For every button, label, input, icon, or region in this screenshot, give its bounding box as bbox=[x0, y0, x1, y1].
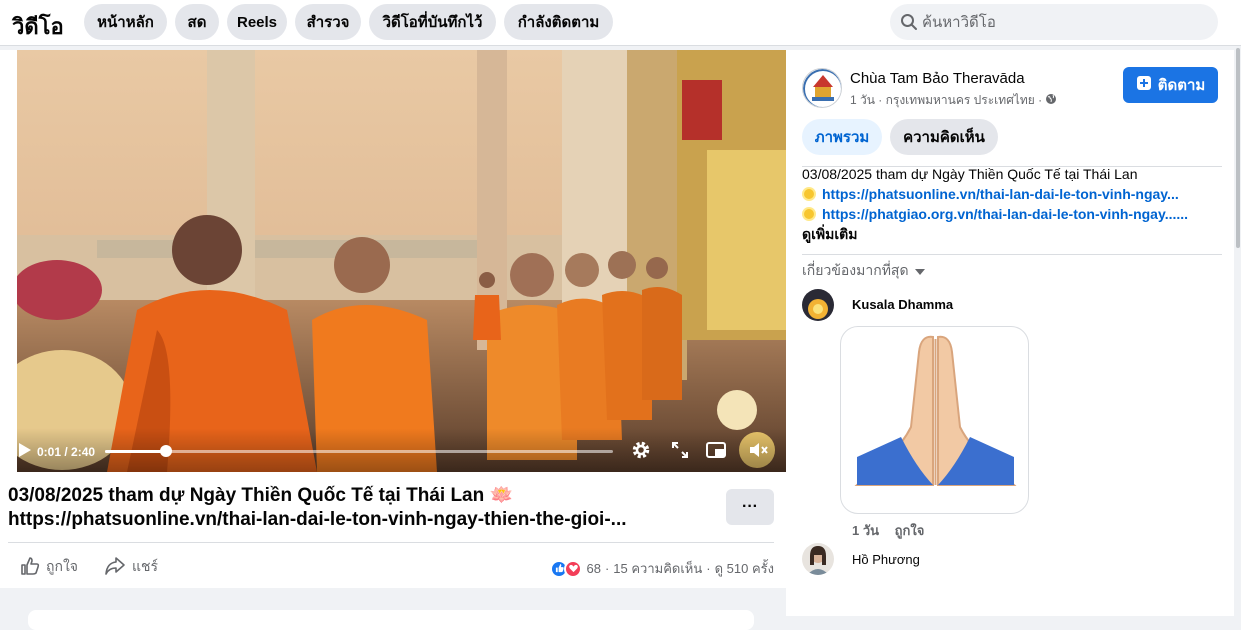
separator: · bbox=[706, 561, 711, 576]
post-description: 03/08/2025 tham dự Ngày Thiền Quốc Tế tạ… bbox=[802, 164, 1212, 244]
page-title: วิดีโอ bbox=[12, 14, 64, 39]
tab-live[interactable]: สด bbox=[175, 4, 219, 40]
video-progress-fill bbox=[105, 450, 166, 453]
play-icon[interactable] bbox=[17, 442, 33, 463]
post-caption-line1: 03/08/2025 tham dự Ngày Thiền Quốc Tế tạ… bbox=[8, 485, 514, 506]
follow-label: ติดตาม bbox=[1157, 77, 1206, 94]
tab-comments[interactable]: ความคิดเห็น bbox=[890, 119, 998, 155]
comment-sort-label: เกี่ยวข้องมากที่สุด bbox=[802, 262, 909, 278]
description-link-2[interactable]: https://phatgiao.org.vn/thai-lan-dai-le-… bbox=[822, 206, 1188, 222]
video-time: 0:01 / 2:40 bbox=[37, 445, 96, 459]
next-post-card bbox=[28, 610, 754, 630]
post-actions: ถูกใจ แชร์ 68 · 15 ความคิดเห็น · ดู 510 … bbox=[0, 550, 786, 584]
globe-icon bbox=[1045, 93, 1057, 108]
video-progress-handle[interactable] bbox=[159, 445, 172, 457]
top-bar: วิดีโอ หน้าหลัก สด Reels สำรวจ วิดีโอที่… bbox=[0, 0, 1241, 46]
like-label: ถูกใจ bbox=[46, 558, 78, 574]
fullscreen-icon[interactable] bbox=[671, 441, 689, 464]
divider bbox=[802, 254, 1222, 255]
miniplayer-icon[interactable] bbox=[706, 440, 726, 465]
description-text: 03/08/2025 tham dự Ngày Thiền Quốc Tế tạ… bbox=[802, 166, 1138, 182]
commenter-name[interactable]: Kusala Dhamma bbox=[852, 297, 953, 312]
divider bbox=[8, 542, 774, 543]
separator: · bbox=[604, 561, 610, 576]
share-icon bbox=[104, 556, 126, 579]
sun-emoji-icon bbox=[802, 187, 816, 201]
tab-following[interactable]: กำลังติดตาม bbox=[504, 4, 613, 40]
like-button[interactable]: ถูกใจ bbox=[20, 550, 78, 584]
description-link-1[interactable]: https://phatsuonline.vn/thai-lan-dai-le-… bbox=[822, 186, 1179, 202]
comment-sort-dropdown[interactable]: เกี่ยวข้องมากที่สุด bbox=[802, 260, 925, 282]
thumbs-up-icon bbox=[20, 556, 40, 579]
post-meta: 1 วัน · กรุงเทพมหานคร ประเทศไทย · bbox=[850, 91, 1057, 110]
reaction-count[interactable]: 68 bbox=[586, 561, 600, 576]
page-avatar[interactable] bbox=[802, 68, 842, 108]
tab-home[interactable]: หน้าหลัก bbox=[84, 4, 167, 40]
post-meta-text: 1 วัน · กรุงเทพมหานคร ประเทศไทย · bbox=[850, 93, 1043, 107]
avatar[interactable] bbox=[802, 543, 834, 575]
page-name[interactable]: Chùa Tam Bảo Theravāda bbox=[850, 70, 1025, 87]
see-more-link[interactable]: ดูเพิ่มเติม bbox=[802, 224, 1212, 244]
settings-icon[interactable] bbox=[631, 440, 651, 465]
more-options-button[interactable]: ··· bbox=[726, 489, 774, 525]
comment-time: 1 วัน bbox=[852, 523, 880, 538]
tab-saved-videos[interactable]: วิดีโอที่บันทึกไว้ bbox=[369, 4, 496, 40]
tab-overview[interactable]: ภาพรวม bbox=[802, 119, 882, 155]
video-frame bbox=[17, 50, 786, 472]
caret-down-icon bbox=[914, 263, 925, 279]
post-caption: 03/08/2025 tham dự Ngày Thiền Quốc Tế tạ… bbox=[8, 484, 708, 532]
commenter-name[interactable]: Hồ Phương bbox=[852, 552, 920, 567]
view-count: ดู 510 ครั้ง bbox=[714, 561, 774, 576]
sun-emoji-icon bbox=[802, 207, 816, 221]
post-details-panel: Chùa Tam Bảo Theravāda 1 วัน · กรุงเทพมห… bbox=[786, 50, 1234, 616]
post-stats: 68 · 15 ความคิดเห็น · ดู 510 ครั้ง bbox=[550, 558, 774, 579]
love-reaction-icon bbox=[564, 559, 583, 578]
video-player[interactable]: 0:01 / 2:40 bbox=[17, 50, 786, 472]
tab-explore[interactable]: สำรวจ bbox=[295, 4, 361, 40]
comment-count[interactable]: 15 ความคิดเห็น bbox=[613, 558, 702, 579]
follow-icon bbox=[1136, 75, 1152, 95]
search-input[interactable] bbox=[922, 4, 1212, 40]
post-caption-line2[interactable]: https://phatsuonline.vn/thai-lan-dai-le-… bbox=[8, 508, 708, 532]
praying-hands-sticker bbox=[840, 326, 1029, 514]
comment-meta: 1 วัน ถูกใจ bbox=[852, 520, 936, 541]
search-icon bbox=[900, 13, 918, 36]
search-box[interactable] bbox=[890, 4, 1218, 40]
scrollbar-thumb[interactable] bbox=[1236, 48, 1240, 248]
video-post-panel: 0:01 / 2:40 03/08/2025 tham dự Ngày Thiề… bbox=[0, 50, 786, 588]
share-label: แชร์ bbox=[132, 558, 159, 574]
avatar[interactable] bbox=[802, 289, 834, 321]
video-progress-bar[interactable] bbox=[105, 445, 613, 457]
comment-like-button[interactable]: ถูกใจ bbox=[895, 523, 925, 538]
tab-reels[interactable]: Reels bbox=[227, 4, 287, 40]
video-controls: 0:01 / 2:40 bbox=[17, 428, 786, 472]
volume-icon[interactable] bbox=[748, 440, 770, 465]
follow-button[interactable]: ติดตาม bbox=[1123, 67, 1218, 103]
share-button[interactable]: แชร์ bbox=[104, 550, 158, 584]
